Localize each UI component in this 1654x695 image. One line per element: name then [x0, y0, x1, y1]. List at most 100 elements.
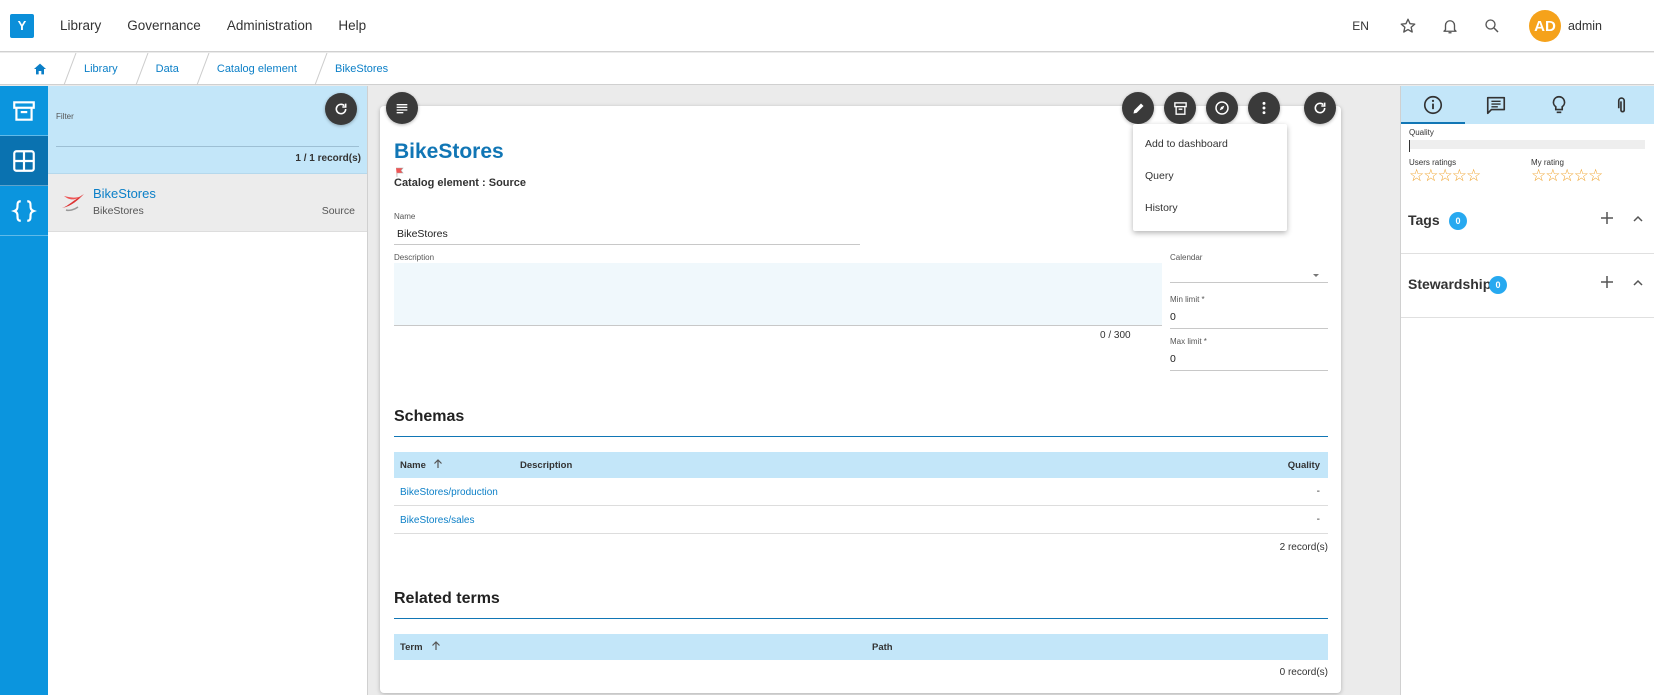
refresh-list-button[interactable] — [325, 93, 357, 125]
col-description[interactable]: Description — [520, 460, 572, 471]
avatar[interactable]: AD — [1528, 10, 1561, 42]
max-limit-field[interactable]: 0 — [1170, 353, 1176, 365]
tab-info[interactable] — [1401, 86, 1464, 124]
related-terms-record-count: 0 record(s) — [1279, 667, 1328, 678]
table-row[interactable]: BikeStores/sales - — [394, 506, 1328, 534]
more-vert-icon — [1262, 101, 1266, 115]
active-tab-indicator — [1401, 122, 1465, 124]
bell-icon[interactable] — [1439, 15, 1461, 37]
add-tag-icon[interactable] — [1599, 210, 1615, 229]
record-count: 1 / 1 record(s) — [295, 153, 361, 164]
sort-arrow-up-icon[interactable] — [432, 458, 444, 473]
tab-comments[interactable] — [1464, 86, 1527, 124]
add-steward-icon[interactable] — [1599, 274, 1615, 293]
right-panel-tabs — [1401, 86, 1654, 124]
star-icon[interactable] — [1397, 15, 1419, 37]
schemas-table-header: Name Description Quality — [394, 452, 1328, 478]
rail-code[interactable] — [0, 186, 48, 236]
rail-archive[interactable] — [0, 86, 48, 136]
user-name[interactable]: admin — [1568, 19, 1602, 33]
language-switch[interactable]: EN — [1352, 19, 1369, 33]
quality-bar — [1409, 140, 1645, 149]
edit-button[interactable] — [1122, 92, 1154, 124]
stewardship-title: Stewardship — [1408, 276, 1492, 292]
schema-link[interactable]: BikeStores/production — [400, 487, 498, 498]
list-item-type: Source — [321, 205, 355, 217]
nav-administration[interactable]: Administration — [227, 18, 313, 33]
max-limit-label: Max limit * — [1170, 337, 1207, 346]
more-options-button[interactable] — [1248, 92, 1280, 124]
list-item-title[interactable]: BikeStores — [93, 186, 156, 201]
explore-button[interactable] — [1206, 92, 1238, 124]
tab-ideas[interactable] — [1528, 86, 1591, 124]
max-limit-underline — [1170, 370, 1328, 371]
breadcrumb: Library Data Catalog element BikeStores — [0, 52, 1654, 85]
col-name[interactable]: Name — [400, 460, 426, 471]
filter-input[interactable] — [56, 146, 359, 147]
sort-arrow-up-icon[interactable] — [430, 640, 442, 655]
nav-help[interactable]: Help — [338, 18, 366, 33]
users-rating-stars: ☆☆☆☆☆ — [1409, 166, 1481, 185]
calendar-select[interactable] — [1170, 282, 1328, 283]
schemas-record-count: 2 record(s) — [1279, 542, 1328, 553]
left-rail — [0, 86, 48, 695]
name-field-underline — [394, 244, 860, 245]
search-icon[interactable] — [1481, 15, 1503, 37]
nav-library[interactable]: Library — [60, 18, 101, 33]
calendar-label: Calendar — [1170, 253, 1203, 262]
min-limit-label: Min limit * — [1170, 295, 1205, 304]
menu-item-add-to-dashboard[interactable]: Add to dashboard — [1145, 138, 1228, 150]
compass-icon — [1215, 101, 1229, 115]
list-panel: Filter 1 / 1 record(s) BikeStores BikeSt… — [48, 86, 368, 695]
name-label: Name — [394, 212, 416, 221]
breadcrumb-item-data[interactable]: Data — [132, 52, 193, 85]
tags-section: Tags 0 — [1401, 192, 1654, 254]
col-term[interactable]: Term — [400, 642, 423, 653]
tab-attachments[interactable] — [1591, 86, 1654, 124]
list-item[interactable]: BikeStores BikeStores Source — [48, 174, 367, 232]
description-label: Description — [394, 253, 435, 262]
archive-button[interactable] — [1164, 92, 1196, 124]
breadcrumb-item-library[interactable]: Library — [60, 52, 132, 85]
schema-link[interactable]: BikeStores/sales — [400, 515, 474, 526]
lightbulb-icon — [1552, 95, 1566, 114]
schema-quality: - — [1316, 514, 1320, 525]
sql-server-icon — [60, 188, 86, 217]
grid-icon — [13, 149, 35, 172]
col-quality[interactable]: Quality — [1288, 460, 1320, 471]
header-actions: EN AD admin — [1352, 0, 1654, 52]
stewardship-count-badge: 0 — [1489, 276, 1507, 294]
chevron-down-icon[interactable] — [1311, 269, 1321, 283]
my-rating-stars[interactable]: ☆☆☆☆☆ — [1531, 166, 1603, 186]
braces-icon — [11, 199, 37, 222]
top-bar: Y Library Governance Administration Help… — [0, 0, 1654, 52]
col-path[interactable]: Path — [872, 642, 893, 653]
more-options-menu: Add to dashboard Query History — [1133, 124, 1287, 231]
collapse-tags-icon[interactable] — [1631, 212, 1645, 229]
menu-item-history[interactable]: History — [1145, 202, 1178, 214]
filter-bar: Filter 1 / 1 record(s) — [48, 86, 367, 174]
app-logo[interactable]: Y — [10, 13, 34, 38]
related-terms-table-header: Term Path — [394, 634, 1328, 660]
name-field[interactable]: BikeStores — [397, 228, 448, 240]
page-subtitle: Catalog element : Source — [394, 177, 527, 189]
breadcrumb-item-bikestores[interactable]: BikeStores — [311, 52, 402, 85]
quality-label: Quality — [1409, 128, 1434, 137]
refresh-detail-button[interactable] — [1304, 92, 1336, 124]
archive-icon — [1173, 101, 1187, 115]
paperclip-icon — [1618, 97, 1626, 113]
home-icon[interactable] — [20, 53, 60, 85]
comment-icon — [1486, 96, 1505, 115]
refresh-icon — [335, 103, 347, 115]
toggle-list-button[interactable] — [386, 92, 418, 124]
page-title: BikeStores — [394, 140, 504, 163]
min-limit-field[interactable]: 0 — [1170, 311, 1176, 323]
rail-grid[interactable] — [0, 136, 48, 186]
description-field[interactable] — [394, 263, 1162, 326]
breadcrumb-item-catalog-element[interactable]: Catalog element — [193, 52, 311, 85]
right-panel: Quality Users ratings ☆☆☆☆☆ My rating ☆☆… — [1400, 86, 1654, 695]
collapse-stewardship-icon[interactable] — [1631, 276, 1645, 293]
nav-governance[interactable]: Governance — [127, 18, 201, 33]
menu-item-query[interactable]: Query — [1145, 170, 1174, 182]
table-row[interactable]: BikeStores/production - — [394, 478, 1328, 506]
